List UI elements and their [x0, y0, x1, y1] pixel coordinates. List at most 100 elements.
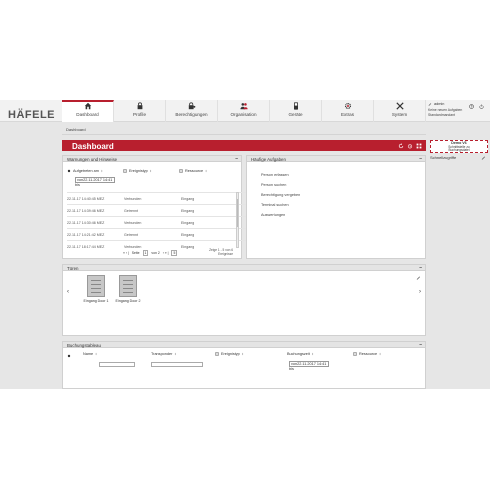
- document-icon: [215, 352, 219, 356]
- nav-label: Geräte: [288, 112, 303, 117]
- column-label: Ressource: [359, 352, 378, 356]
- row-event: Verbunden: [124, 244, 142, 249]
- pencil-icon[interactable]: [416, 275, 421, 280]
- alarm-icon[interactable]: [407, 143, 413, 149]
- door-icon: [87, 275, 105, 297]
- transponder-filter-input[interactable]: [151, 362, 203, 367]
- panel-title: Türen: [67, 265, 79, 271]
- door-tile[interactable]: Eingang Door 2: [115, 275, 141, 303]
- demo-note-line: Buchungsdatei: [448, 148, 470, 153]
- door-icon: [119, 275, 137, 297]
- row-event: Verbunden: [124, 220, 142, 225]
- radio-icon[interactable]: [67, 169, 71, 173]
- panel-header: Warnungen und Hinweise –: [63, 156, 241, 162]
- sort-icon[interactable]: ↕: [101, 169, 103, 173]
- booking-date-to-label: bis: [289, 367, 294, 371]
- nav-label: Profile: [132, 112, 147, 117]
- column-label: Transponder: [151, 352, 173, 356]
- refresh-icon[interactable]: [398, 142, 404, 149]
- filter-resource[interactable]: Ressource ↕: [179, 169, 207, 173]
- filter-event-label: Ereignistyp: [129, 169, 148, 173]
- task-person-suchen[interactable]: Person suchen: [261, 180, 300, 190]
- pencil-icon[interactable]: [481, 155, 486, 160]
- nav-system[interactable]: System: [374, 100, 426, 122]
- page-size-select[interactable]: 5: [171, 250, 178, 256]
- help-icon[interactable]: [469, 104, 474, 109]
- sort-icon[interactable]: ↕: [242, 352, 244, 356]
- nav-berechtigungen[interactable]: Berechtigungen: [166, 100, 218, 122]
- quick-links-label: Schnellzugriffe: [430, 155, 457, 160]
- column-time[interactable]: Buchungszeit ↕: [287, 352, 314, 356]
- tasks-panel: Häufige Aufgaben – Person erfassen Perso…: [246, 155, 426, 259]
- sort-icon[interactable]: ↕: [205, 169, 207, 173]
- row-event: Verbunden: [124, 196, 142, 201]
- column-label: Ereignistyp: [221, 352, 240, 356]
- nav-label: Dashboard: [76, 112, 99, 117]
- nav-label: Organisation: [230, 112, 257, 117]
- column-event[interactable]: Ereignistyp ↕: [215, 352, 244, 356]
- task-berechtigung-vergeben[interactable]: Berechtigung vergeben: [261, 190, 300, 200]
- row-resource: Eingang: [181, 208, 195, 213]
- nav-dashboard[interactable]: Dashboard: [62, 100, 114, 122]
- task-auswertungen[interactable]: Auswertungen: [261, 210, 300, 220]
- pager-next-button[interactable]: › » |: [163, 251, 169, 255]
- nav-extras[interactable]: Extras: [322, 100, 374, 122]
- column-transponder[interactable]: Transponder ↕: [151, 352, 176, 356]
- radio-icon[interactable]: [67, 354, 71, 358]
- pencil-icon[interactable]: [428, 102, 432, 106]
- pagination: « ‹ | Seite 1 von 2 › » | 5: [123, 250, 178, 256]
- minimize-button[interactable]: –: [235, 156, 238, 162]
- filter-date[interactable]: Aufgetreten am ↕: [67, 169, 103, 173]
- name-filter-input[interactable]: [99, 362, 135, 367]
- minimize-button[interactable]: –: [419, 265, 422, 271]
- nav-organisation[interactable]: Organisation: [218, 100, 270, 122]
- nav-label: System: [391, 112, 408, 117]
- pager-page-input[interactable]: 1: [142, 250, 149, 256]
- task-person-erfassen[interactable]: Person erfassen: [261, 170, 300, 180]
- document-icon: [123, 169, 127, 173]
- sort-icon[interactable]: ↕: [95, 352, 97, 356]
- breadcrumb[interactable]: Dashboard: [66, 127, 86, 132]
- sort-icon[interactable]: ↕: [379, 352, 381, 356]
- document-icon: [179, 169, 183, 173]
- pager-info: Zeige 1 - 5 von 6 Ereignisse: [209, 248, 233, 256]
- column-name[interactable]: Name ↕: [83, 352, 97, 356]
- row-resource: Eingang: [181, 232, 195, 237]
- app-window: HÄFELE Dashboard Profile Berechtigungen …: [0, 100, 490, 389]
- bookings-panel: Buchungstableau – Name ↕ Transponder ↕ E…: [62, 341, 426, 389]
- column-resource[interactable]: Ressource ↕: [353, 352, 381, 356]
- tools-icon: [395, 102, 404, 110]
- sort-icon[interactable]: ↕: [150, 169, 152, 173]
- sort-icon[interactable]: ↕: [312, 352, 314, 356]
- panel-title: Häufige Aufgaben: [251, 156, 286, 162]
- sort-icon[interactable]: ↕: [174, 352, 176, 356]
- gear-icon: [344, 102, 351, 110]
- task-terminal-suchen[interactable]: Terminal suchen: [261, 200, 300, 210]
- filter-event[interactable]: Ereignistyp ↕: [123, 169, 152, 173]
- pager-info-line: Ereignisse: [218, 251, 233, 256]
- scrollbar[interactable]: [236, 192, 239, 248]
- row-time: 22.11.17 14:39:46 MEZ: [67, 208, 105, 213]
- power-icon[interactable]: [479, 104, 484, 109]
- door-tile[interactable]: Eingang Door 1: [83, 275, 109, 303]
- hafele-logo: HÄFELE: [8, 109, 55, 121]
- scrollbar-thumb[interactable]: [237, 199, 238, 227]
- nav-profile[interactable]: Profile: [114, 100, 166, 122]
- row-time: 22.11.17 18:17:44 MEZ: [67, 244, 105, 249]
- date-from-input[interactable]: von22.11.2017 14:41: [75, 177, 115, 183]
- page-title: Dashboard: [72, 141, 114, 151]
- minimize-button[interactable]: –: [419, 156, 422, 162]
- row-time: 22.11.17 14:30:46 MEZ: [67, 220, 105, 225]
- nav-geraete[interactable]: Geräte: [270, 100, 322, 122]
- top-navigation-bar: HÄFELE Dashboard Profile Berechtigungen …: [0, 100, 490, 122]
- quick-links[interactable]: Schnellzugriffe: [430, 155, 488, 162]
- pager-prev-button[interactable]: « ‹ |: [123, 251, 129, 255]
- panel-title: Warnungen und Hinweise: [67, 156, 118, 162]
- booking-date-from-input[interactable]: von22.11.2017 14:41: [289, 361, 329, 367]
- doors-prev-button[interactable]: ‹: [67, 289, 69, 295]
- grid-settings-icon[interactable]: [416, 143, 422, 149]
- doors-next-button[interactable]: ›: [419, 289, 421, 295]
- task-list: Person erfassen Person suchen Berechtigu…: [261, 170, 300, 220]
- minimize-button[interactable]: –: [419, 342, 422, 348]
- filter-date-label: Aufgetreten am: [73, 169, 99, 173]
